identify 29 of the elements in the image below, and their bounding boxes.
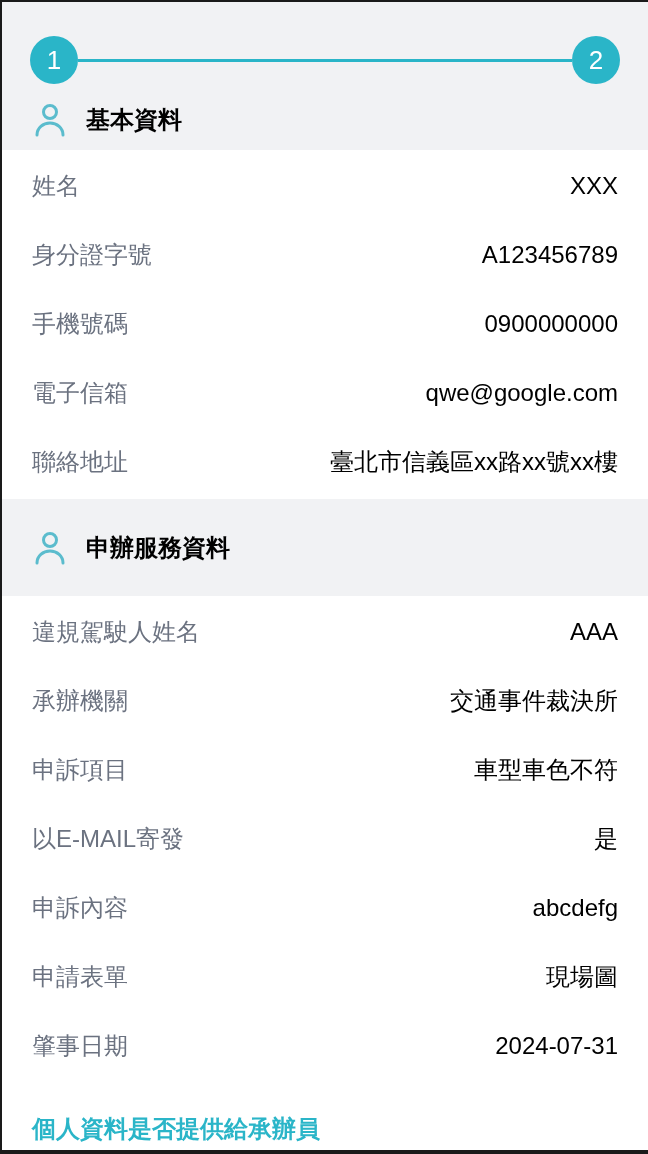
field-value: AAA (569, 616, 618, 647)
question-heading: 個人資料是否提供給承辦員 (32, 1115, 320, 1142)
field-label: 承辦機關 (32, 685, 128, 716)
field-value: qwe@google.com (425, 377, 618, 408)
section-title: 申辦服務資料 (86, 532, 230, 563)
field-value: 車型車色不符 (474, 754, 618, 785)
field-value: 0900000000 (484, 308, 618, 339)
field-value: 現場圖 (546, 961, 618, 992)
field-label: 手機號碼 (32, 308, 128, 339)
field-label: 申訴項目 (32, 754, 128, 785)
field-label: 身分證字號 (32, 239, 152, 270)
field-label: 申請表單 (32, 961, 128, 992)
field-label: 電子信箱 (32, 377, 128, 408)
field-value: 交通事件裁決所 (450, 685, 618, 716)
field-value: 2024-07-31 (495, 1030, 618, 1061)
field-label: 姓名 (32, 170, 80, 201)
field-value: A123456789 (481, 239, 618, 270)
field-value: 是 (594, 823, 618, 854)
field-label: 以E-MAIL寄發 (32, 823, 184, 854)
field-value: XXX (569, 170, 618, 201)
field-label: 申訴內容 (32, 892, 128, 923)
person-icon (34, 530, 66, 565)
section-title: 基本資料 (86, 105, 182, 135)
field-label: 違規駕駛人姓名 (32, 616, 200, 647)
field-label: 聯絡地址 (32, 446, 128, 477)
field-value: abcdefg (532, 892, 618, 923)
field-label: 肇事日期 (32, 1030, 128, 1061)
field-value: 臺北市信義區xx路xx號xx樓 (330, 446, 618, 477)
person-icon (34, 103, 66, 137)
